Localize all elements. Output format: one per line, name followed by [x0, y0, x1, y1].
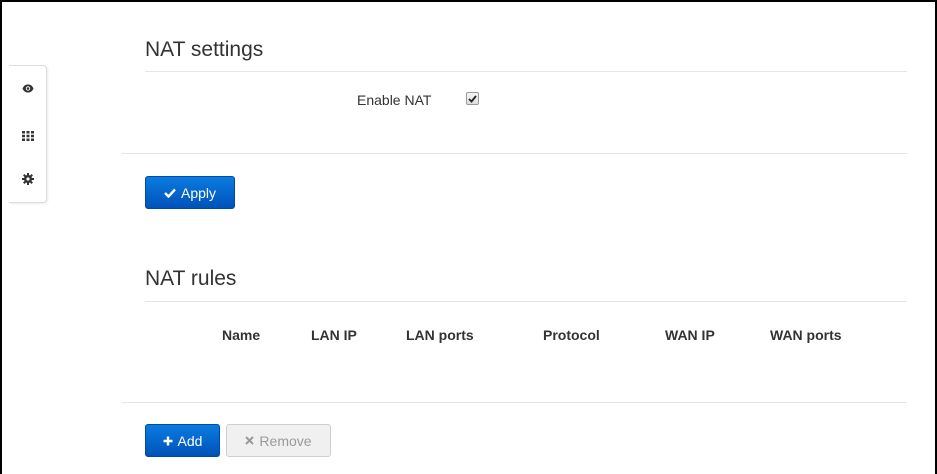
add-button[interactable]: Add [145, 424, 220, 457]
column-header-lan-ports[interactable]: LAN ports [406, 327, 474, 343]
remove-button[interactable]: Remove [226, 424, 331, 457]
nat-settings-title: NAT settings [145, 38, 264, 61]
divider [145, 301, 907, 302]
close-icon [245, 436, 255, 445]
enable-nat-checkbox[interactable] [466, 92, 479, 105]
column-header-lan-ip[interactable]: LAN IP [311, 327, 357, 343]
eye-icon[interactable] [21, 81, 35, 95]
check-icon [468, 94, 477, 103]
column-header-wan-ip[interactable]: WAN IP [665, 327, 715, 343]
side-toolbar [9, 65, 47, 203]
column-header-protocol[interactable]: Protocol [543, 327, 600, 343]
add-button-label: Add [177, 432, 203, 449]
column-header-wan-ports[interactable]: WAN ports [770, 327, 842, 343]
enable-nat-label: Enable NAT [357, 92, 432, 108]
grid-icon[interactable] [21, 129, 35, 143]
check-icon [164, 188, 176, 198]
apply-button[interactable]: Apply [145, 176, 235, 209]
remove-button-label: Remove [259, 432, 312, 449]
nat-rules-title: NAT rules [145, 267, 237, 290]
column-header-name[interactable]: Name [222, 327, 260, 343]
apply-button-label: Apply [180, 184, 217, 201]
divider [122, 153, 907, 154]
divider [122, 402, 907, 403]
gear-icon[interactable] [21, 172, 35, 186]
divider [145, 71, 907, 72]
plus-icon [163, 436, 173, 445]
